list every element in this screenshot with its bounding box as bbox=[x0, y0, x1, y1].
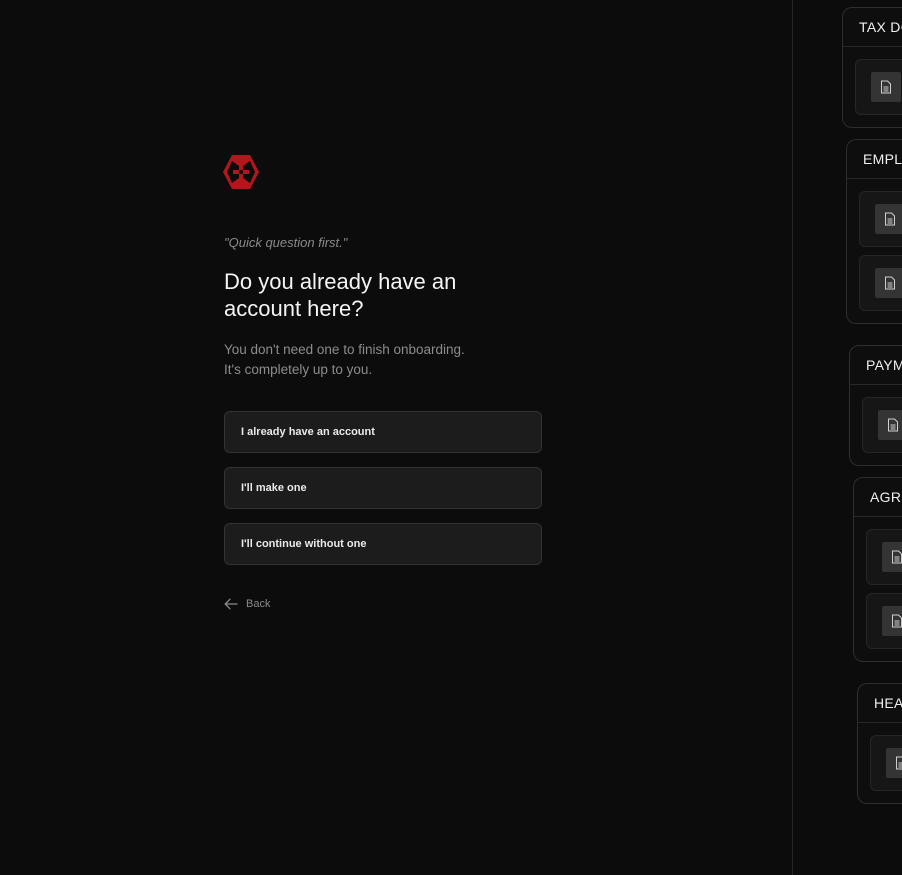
document-group: TAX DC bbox=[842, 7, 902, 128]
document-group: PAYM bbox=[849, 345, 902, 466]
document-icon bbox=[882, 606, 902, 636]
document-icon bbox=[871, 72, 901, 102]
onboarding-panel: "Quick question first." Do you already h… bbox=[0, 0, 792, 875]
brand-logo bbox=[223, 155, 259, 189]
document-card[interactable] bbox=[866, 529, 902, 585]
document-card[interactable] bbox=[859, 191, 902, 247]
option-label: I already have an account bbox=[241, 426, 375, 438]
group-title: TAX DC bbox=[843, 8, 902, 47]
documents-panel: TAX DC EMPLO PAYM AGRE bbox=[793, 0, 902, 875]
group-title: PAYM bbox=[850, 346, 902, 385]
continue-without-account-button[interactable]: I'll continue without one bbox=[224, 523, 542, 565]
page-title: Do you already have an account here? bbox=[224, 269, 457, 321]
have-account-button[interactable]: I already have an account bbox=[224, 411, 542, 453]
subtitle-line: It's completely up to you. bbox=[224, 362, 373, 377]
document-group: EMPLO bbox=[846, 139, 902, 324]
subtitle-line: You don't need one to finish onboarding. bbox=[224, 342, 465, 357]
arrow-left-icon bbox=[224, 598, 238, 610]
document-icon bbox=[882, 542, 902, 572]
document-icon bbox=[878, 410, 902, 440]
create-account-button[interactable]: I'll make one bbox=[224, 467, 542, 509]
option-label: I'll continue without one bbox=[241, 538, 367, 550]
document-icon bbox=[875, 204, 902, 234]
document-card[interactable] bbox=[866, 593, 902, 649]
document-card[interactable] bbox=[859, 255, 902, 311]
document-group: HEA bbox=[857, 683, 902, 804]
document-card[interactable] bbox=[862, 397, 902, 453]
group-title: AGRE bbox=[854, 478, 902, 517]
document-icon bbox=[875, 268, 902, 298]
option-label: I'll make one bbox=[241, 482, 307, 494]
back-label: Back bbox=[246, 598, 271, 610]
intro-quote: "Quick question first." bbox=[224, 235, 348, 250]
document-card[interactable] bbox=[855, 59, 902, 115]
page-subtitle: You don't need one to finish onboarding.… bbox=[224, 340, 524, 380]
group-title: EMPLO bbox=[847, 140, 902, 179]
document-card[interactable] bbox=[870, 735, 902, 791]
group-title: HEA bbox=[858, 684, 902, 723]
document-group: AGRE bbox=[853, 477, 902, 662]
document-icon bbox=[886, 748, 902, 778]
back-button[interactable]: Back bbox=[224, 598, 270, 610]
